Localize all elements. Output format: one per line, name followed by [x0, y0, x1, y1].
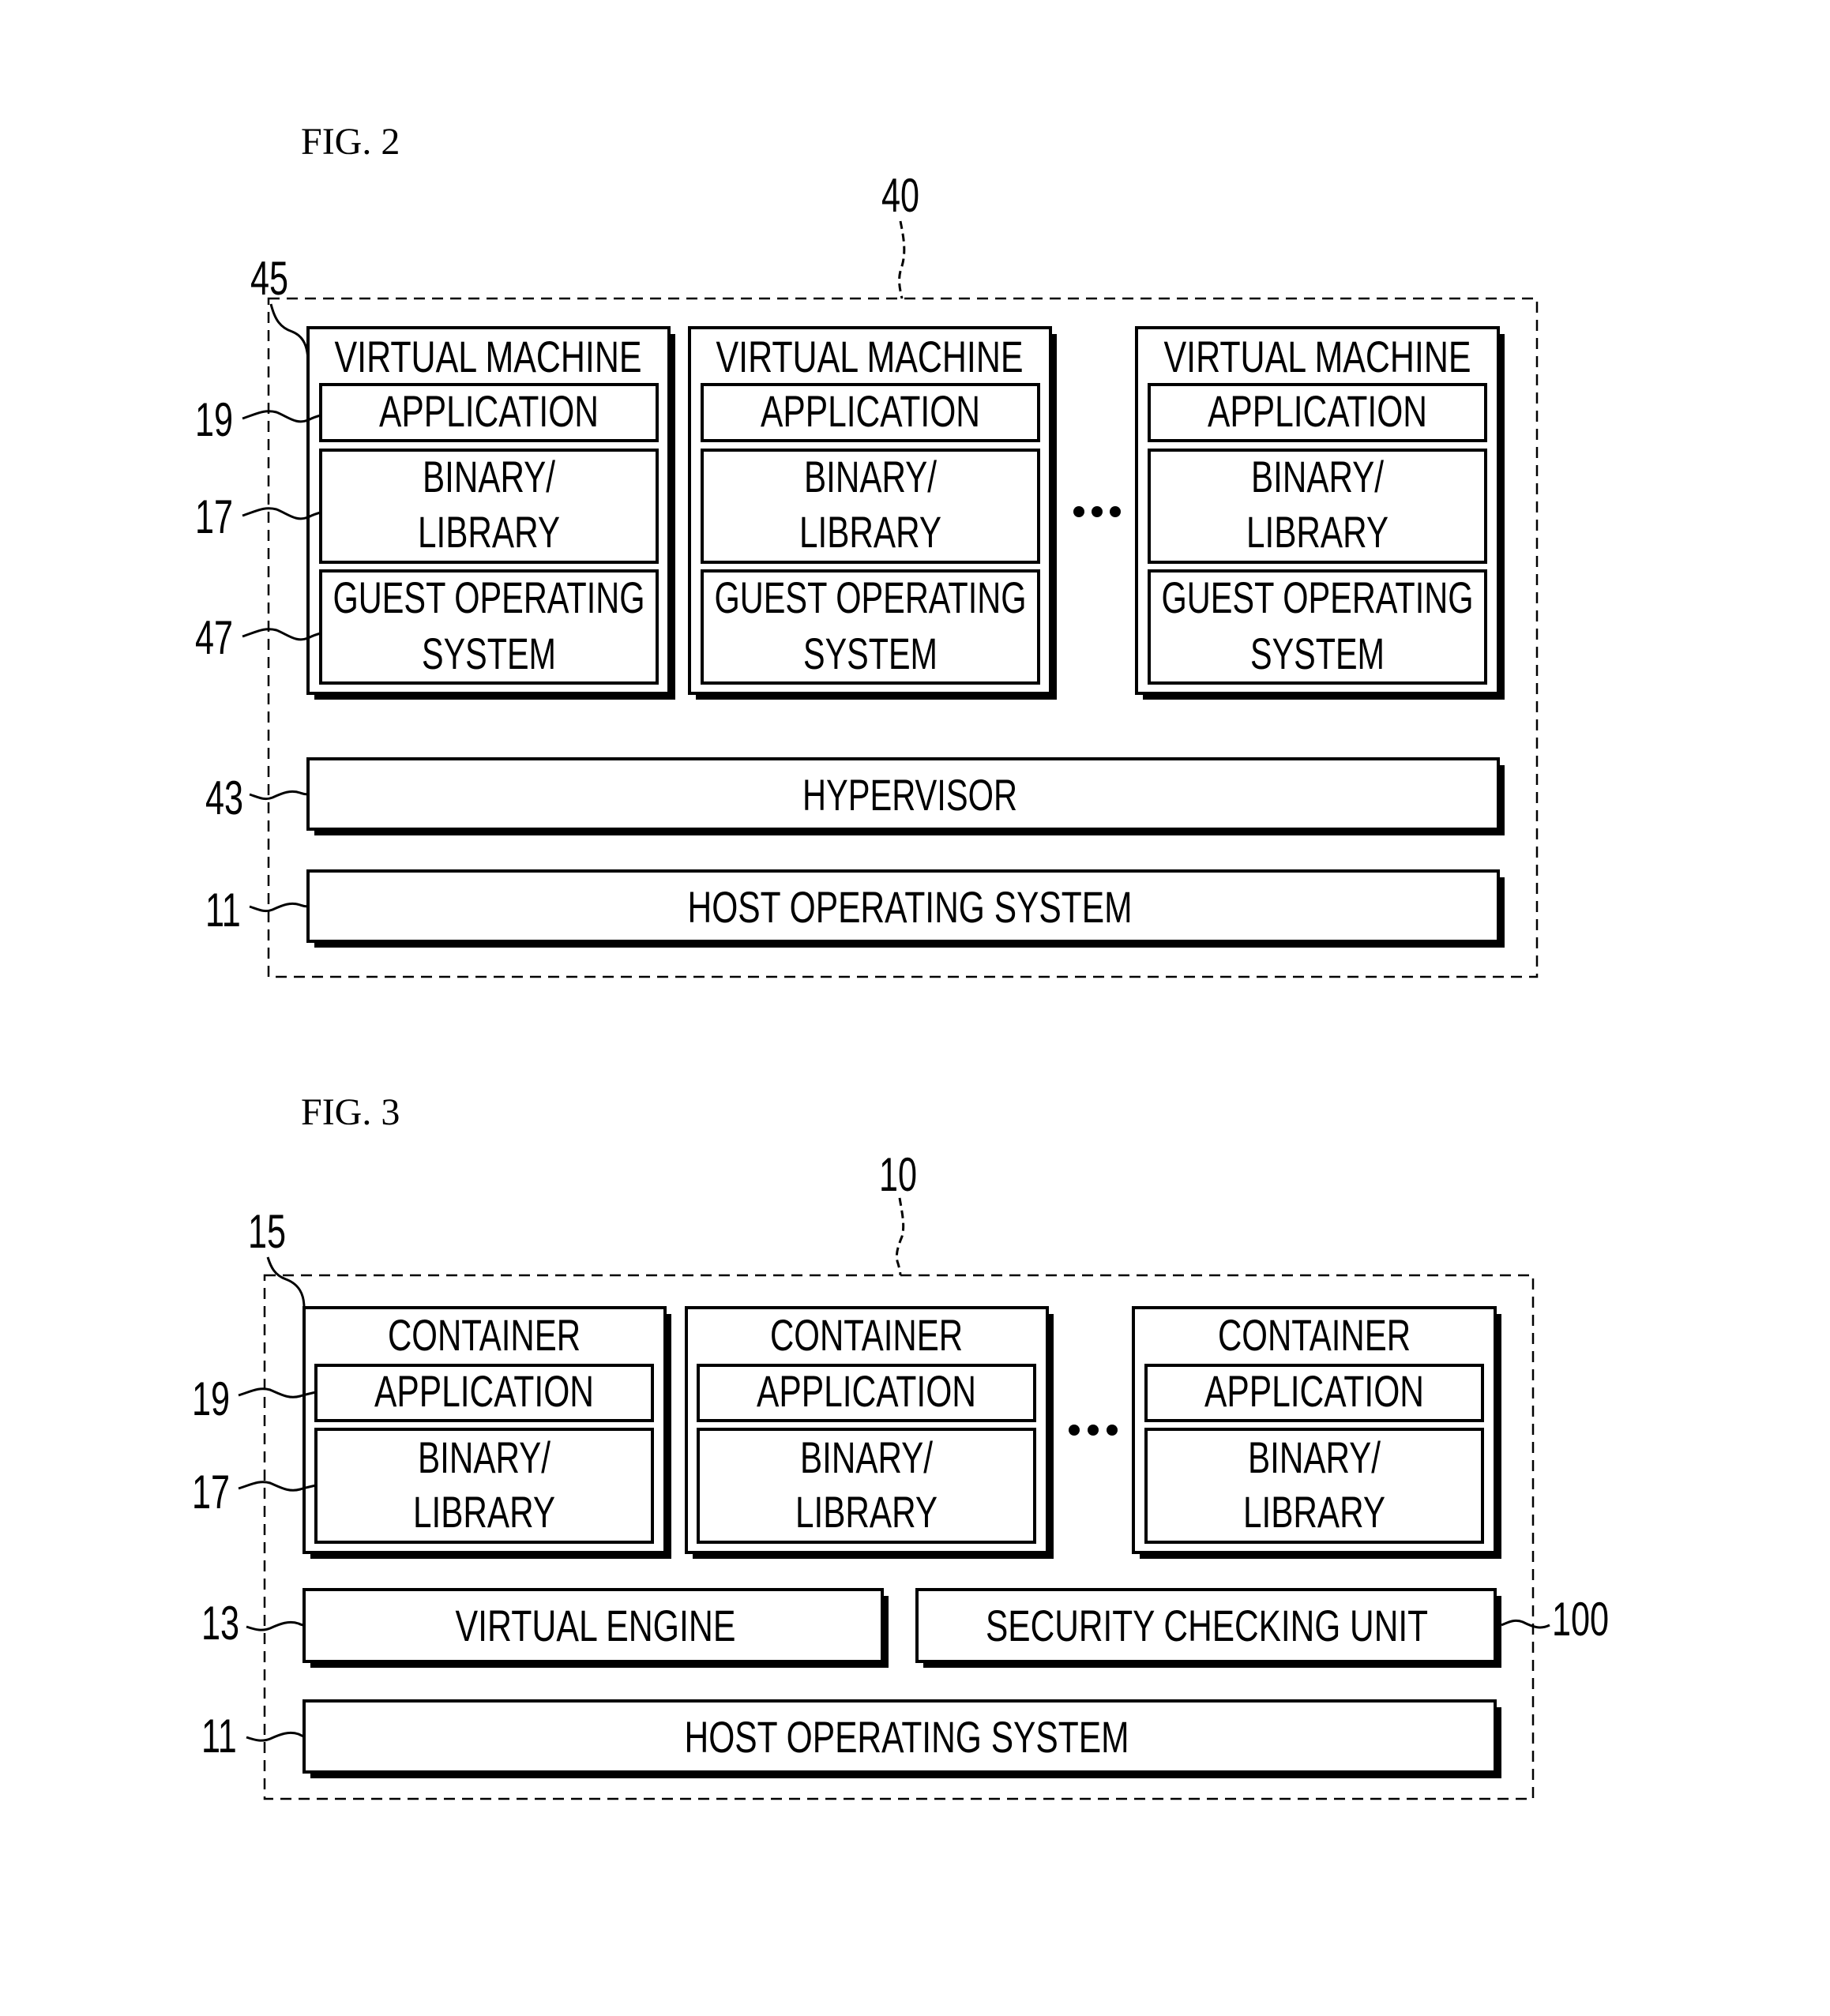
container-1: CONTAINER APPLICATION BINARY/ LIBRARY	[302, 1306, 671, 1559]
vm2-application-label: APPLICATION	[761, 386, 980, 436]
container2-title: CONTAINER	[770, 1310, 963, 1360]
fig3-ref-100: 100	[1552, 1594, 1609, 1646]
fig3-ref-15: 15	[248, 1206, 286, 1259]
vm1-library-label: LIBRARY	[418, 507, 560, 557]
fig3-ref-10: 10	[879, 1149, 917, 1202]
fig3-ref-11-leader	[246, 1731, 305, 1742]
fig2-ref-47: 47	[195, 612, 233, 665]
fig2-ellipsis-icon	[1073, 506, 1121, 517]
fig3-ref-19: 19	[192, 1373, 230, 1426]
vm3-guest-os-label-1: GUEST OPERATING	[1162, 573, 1474, 622]
vm2-binary-label: BINARY/	[804, 452, 937, 501]
container1-library-label: LIBRARY	[413, 1487, 555, 1537]
security-checking-unit: SECURITY CHECKING UNIT	[915, 1588, 1501, 1668]
security-checking-unit-label: SECURITY CHECKING UNIT	[986, 1601, 1428, 1650]
fig2-ref-40-leader	[898, 220, 906, 299]
virtual-engine-label: VIRTUAL ENGINE	[456, 1601, 736, 1650]
figure-2: FIG. 2 40 45 VIRTUAL MACHINE APPLICATION…	[195, 121, 1539, 978]
fig3-host-os-label: HOST OPERATING SYSTEM	[685, 1712, 1129, 1762]
vm3-library-label: LIBRARY	[1246, 507, 1388, 557]
container1-title: CONTAINER	[388, 1310, 581, 1360]
fig2-host-os: HOST OPERATING SYSTEM	[306, 869, 1505, 948]
vm2-guest-os-label-1: GUEST OPERATING	[715, 573, 1027, 622]
fig3-ref-100-leader	[1501, 1619, 1550, 1629]
vm1-application-label: APPLICATION	[379, 386, 599, 436]
vm3-title: VIRTUAL MACHINE	[1164, 332, 1471, 381]
virtual-machine-2: VIRTUAL MACHINE APPLICATION BINARY/ LIBR…	[688, 326, 1057, 700]
fig3-ref-10-leader	[895, 1197, 905, 1276]
fig2-ref-19: 19	[195, 394, 233, 447]
fig3-ref-13-leader	[246, 1620, 305, 1631]
container1-application-label: APPLICATION	[374, 1366, 594, 1416]
container1-binary-label: BINARY/	[418, 1432, 551, 1482]
fig2-ref-40: 40	[881, 170, 919, 223]
container3-library-label: LIBRARY	[1243, 1487, 1385, 1537]
fig2-ref-43-leader	[249, 790, 309, 801]
fig2-ref-43: 43	[205, 772, 243, 825]
vm1-title: VIRTUAL MACHINE	[335, 332, 642, 381]
ellipsis-dot	[1073, 506, 1084, 517]
fig3-ref-11: 11	[201, 1710, 237, 1763]
vm3-application-label: APPLICATION	[1208, 386, 1427, 436]
fig2-ref-45-leader	[269, 303, 310, 364]
container-3: CONTAINER APPLICATION BINARY/ LIBRARY	[1132, 1306, 1501, 1559]
fig3-ellipsis-icon	[1069, 1425, 1118, 1436]
container2-application-label: APPLICATION	[757, 1366, 976, 1416]
patent-figures: FIG. 2 40 45 VIRTUAL MACHINE APPLICATION…	[192, 121, 1609, 1800]
fig3-ref-13: 13	[201, 1597, 239, 1650]
ellipsis-dot	[1088, 1425, 1099, 1436]
container3-binary-label: BINARY/	[1248, 1432, 1381, 1482]
container3-title: CONTAINER	[1218, 1310, 1411, 1360]
container-2: CONTAINER APPLICATION BINARY/ LIBRARY	[685, 1306, 1054, 1559]
virtual-machine-1: VIRTUAL MACHINE APPLICATION BINARY/ LIBR…	[306, 326, 675, 700]
container3-application-label: APPLICATION	[1204, 1366, 1424, 1416]
fig2-ref-17: 17	[195, 491, 233, 544]
fig2-title: FIG. 2	[301, 121, 400, 163]
fig3-host-os: HOST OPERATING SYSTEM	[302, 1699, 1501, 1778]
vm2-title: VIRTUAL MACHINE	[716, 332, 1024, 381]
hypervisor-label: HYPERVISOR	[802, 770, 1017, 820]
virtual-engine: VIRTUAL ENGINE	[302, 1588, 889, 1668]
vm1-guest-os-label-2: SYSTEM	[422, 629, 556, 678]
ellipsis-dot	[1107, 1425, 1118, 1436]
fig2-host-os-label: HOST OPERATING SYSTEM	[688, 882, 1133, 932]
vm1-binary-label: BINARY/	[423, 452, 555, 501]
vm3-binary-label: BINARY/	[1251, 452, 1384, 501]
fig2-ref-45: 45	[250, 253, 288, 306]
hypervisor: HYPERVISOR	[306, 757, 1505, 835]
fig2-ref-11-leader	[249, 902, 309, 913]
container2-library-label: LIBRARY	[795, 1487, 938, 1537]
vm2-library-label: LIBRARY	[799, 507, 941, 557]
virtual-machine-3: VIRTUAL MACHINE APPLICATION BINARY/ LIBR…	[1135, 326, 1505, 700]
fig2-ref-11: 11	[205, 884, 241, 937]
fig3-ref-15-leader	[266, 1256, 306, 1308]
ellipsis-dot	[1110, 506, 1121, 517]
ellipsis-dot	[1092, 506, 1103, 517]
fig3-ref-17: 17	[192, 1466, 230, 1519]
fig3-title: FIG. 3	[301, 1091, 400, 1133]
vm3-guest-os-label-2: SYSTEM	[1250, 629, 1385, 678]
ellipsis-dot	[1069, 1425, 1080, 1436]
vm1-guest-os-label-1: GUEST OPERATING	[333, 573, 645, 622]
vm2-guest-os-label-2: SYSTEM	[803, 629, 938, 678]
container2-binary-label: BINARY/	[800, 1432, 933, 1482]
figure-3: FIG. 3 10 15 CONTAINER APPLICATION BINAR…	[192, 1091, 1609, 1800]
